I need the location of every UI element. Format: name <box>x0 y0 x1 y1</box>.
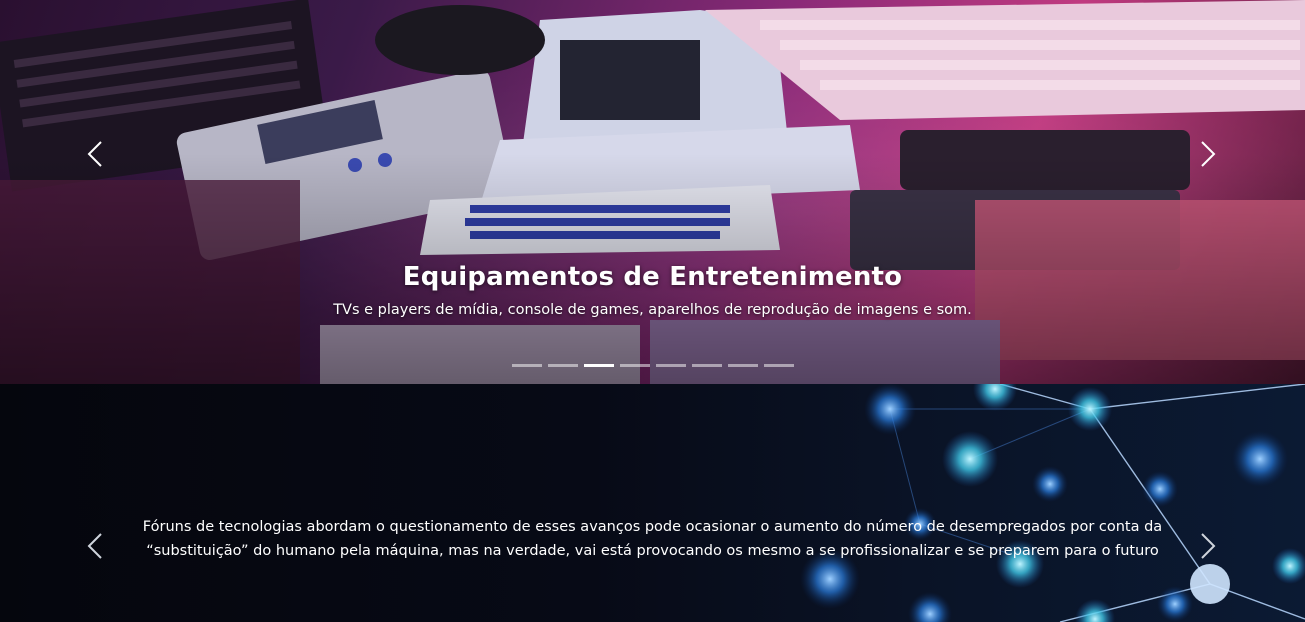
slide-subtitle: TVs e players de mídia, console de games… <box>333 302 972 318</box>
indicator-1[interactable] <box>511 364 542 367</box>
indicator-5[interactable] <box>655 364 686 367</box>
chevron-right-icon <box>1201 141 1216 167</box>
carousel-indicators <box>0 364 1305 367</box>
carousel-next-button[interactable] <box>1188 134 1228 174</box>
tech-carousel: Fóruns de tecnologias abordam o question… <box>0 384 1305 622</box>
indicator-8[interactable] <box>763 364 794 367</box>
slide-title: Equipamentos de Entretenimento <box>402 262 903 292</box>
carousel-next-button-2[interactable] <box>1188 526 1228 566</box>
network-background <box>800 384 1305 622</box>
indicator-3[interactable] <box>583 364 614 367</box>
chevron-left-icon <box>87 533 102 559</box>
indicator-4[interactable] <box>619 364 650 367</box>
indicator-6[interactable] <box>691 364 722 367</box>
carousel-prev-button-2[interactable] <box>75 526 115 566</box>
indicator-2[interactable] <box>547 364 578 367</box>
carousel-prev-button[interactable] <box>75 134 115 174</box>
hero-overlay <box>0 0 1305 384</box>
carousel-caption: Equipamentos de Entretenimento TVs e pla… <box>0 262 1305 318</box>
chevron-left-icon <box>87 141 102 167</box>
hero-carousel: Equipamentos de Entretenimento TVs e pla… <box>0 0 1305 384</box>
chevron-right-icon <box>1201 533 1216 559</box>
indicator-7[interactable] <box>727 364 758 367</box>
slide-text: Fóruns de tecnologias abordam o question… <box>142 519 1163 559</box>
